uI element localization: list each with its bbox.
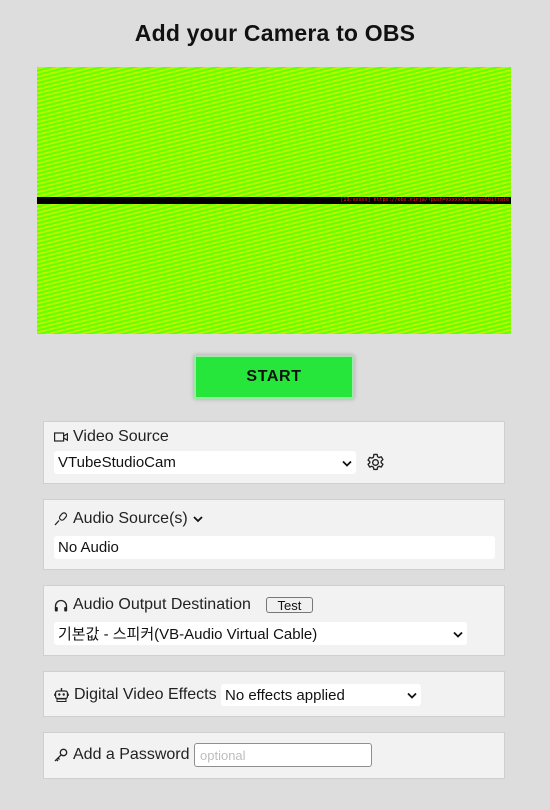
video-source-card: Video Source VTubeStudioCam (43, 421, 505, 484)
audio-source-heading[interactable]: Audio Source(s) (54, 510, 203, 528)
headphones-icon (54, 599, 68, 612)
microphone-icon (54, 512, 68, 526)
audio-source-card: Audio Source(s) No Audio (43, 499, 505, 570)
audio-source-label: Audio Source(s) (73, 510, 188, 527)
chevron-down-icon (407, 687, 417, 704)
audio-output-selected: 기본값 - 스피커(VB-Audio Virtual Cable) (58, 626, 318, 643)
video-effects-heading: Digital Video Effects (54, 686, 217, 704)
video-effects-selected: No effects applied (225, 686, 345, 704)
audio-source-value: No Audio (58, 539, 119, 556)
video-effects-select[interactable]: No effects applied (221, 684, 421, 706)
camera-icon (54, 432, 68, 442)
password-card: Add a Password (43, 732, 505, 779)
audio-output-card: Audio Output Destination Test 기본값 - 스피커(… (43, 585, 505, 656)
audio-output-label: Audio Output Destination (73, 596, 251, 613)
page-title: Add your Camera to OBS (134, 20, 416, 46)
video-effects-label: Digital Video Effects (74, 686, 217, 703)
robot-icon (54, 688, 69, 702)
video-effects-card: Digital Video Effects No effects applied (43, 671, 505, 717)
chevron-down-icon (453, 625, 463, 642)
video-source-selected: VTubeStudioCam (58, 454, 176, 471)
camera-preview: [19:xxxxx] https://obs.ninja/?push=xxxxx… (37, 67, 511, 334)
audio-output-heading: Audio Output Destination Test (54, 596, 313, 614)
audio-source-list[interactable]: No Audio (54, 536, 495, 559)
password-input[interactable] (194, 743, 372, 767)
key-icon (54, 748, 68, 762)
video-source-label: Video Source (73, 428, 169, 445)
preview-overlay-text: [19:xxxxx] https://obs.ninja/?push=xxxxx… (340, 197, 509, 203)
password-label: Add a Password (73, 746, 190, 763)
chevron-down-icon (342, 454, 352, 471)
test-audio-button[interactable]: Test (265, 597, 313, 613)
gear-icon[interactable] (366, 453, 385, 472)
video-source-select[interactable]: VTubeStudioCam (54, 451, 356, 474)
audio-output-select[interactable]: 기본값 - 스피커(VB-Audio Virtual Cable) (54, 622, 467, 645)
start-button[interactable]: START (194, 355, 354, 399)
preview-overlay-band: [19:xxxxx] https://obs.ninja/?push=xxxxx… (37, 197, 511, 204)
password-heading: Add a Password (54, 746, 190, 764)
video-source-heading: Video Source (54, 428, 169, 446)
chevron-down-icon[interactable] (193, 515, 203, 523)
